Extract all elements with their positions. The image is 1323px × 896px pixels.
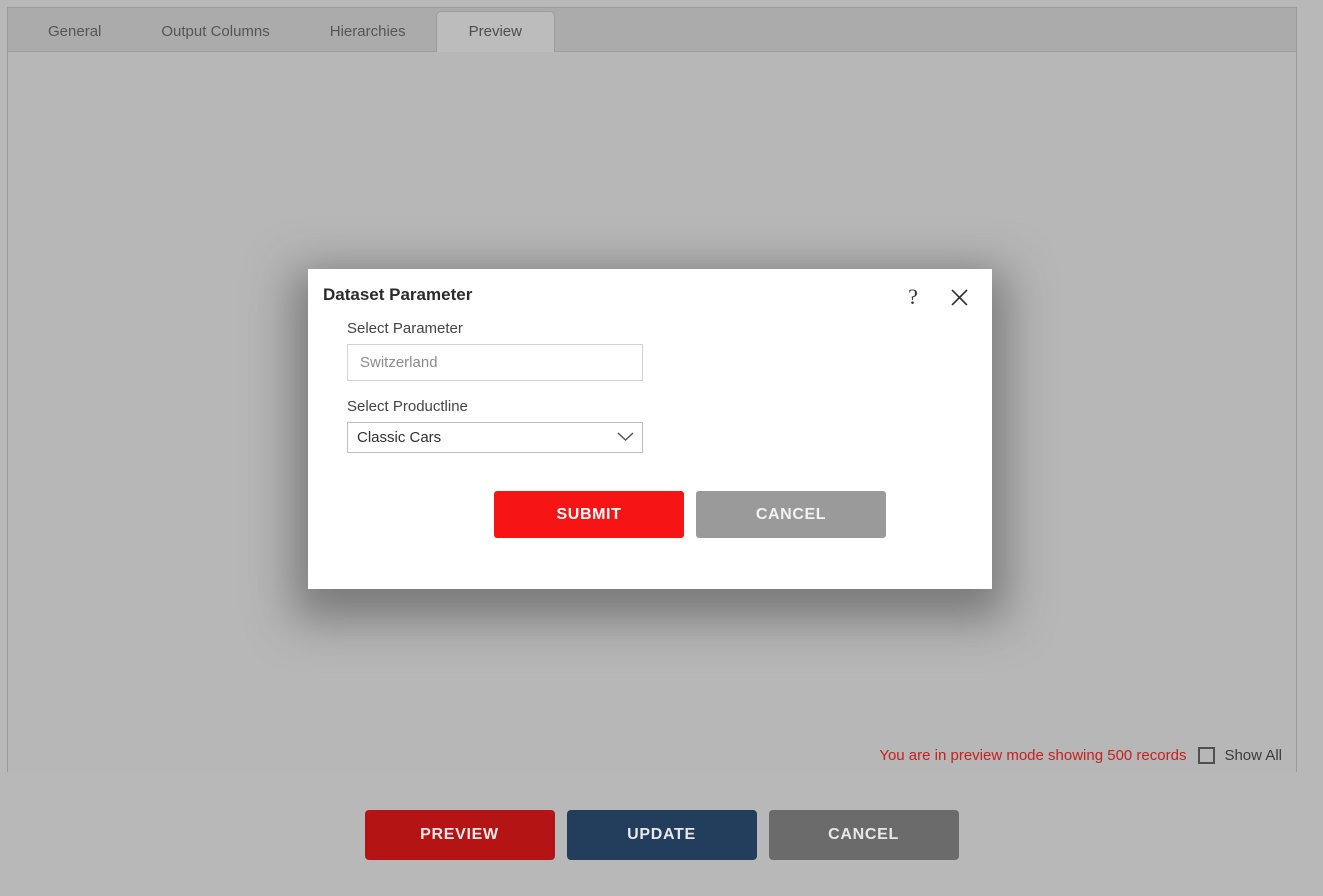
dialog-header-actions: ? [902,285,970,308]
preview-button[interactable]: PREVIEW [364,810,555,860]
cancel-button[interactable]: CANCEL [768,810,959,860]
question-mark-icon[interactable]: ? [902,286,924,308]
show-all-checkbox[interactable] [1198,747,1216,764]
select-parameter-label: Select Parameter [347,320,463,337]
close-icon[interactable] [948,286,970,308]
dialog-header: Dataset Parameter ? [308,269,992,308]
dialog-footer: SUBMIT CANCEL [347,453,992,538]
field-spacer [347,381,992,398]
select-productline-label: Select Productline [347,398,468,415]
show-all-control[interactable]: Show All [1198,747,1282,764]
dialog-title: Dataset Parameter [323,285,473,304]
dialog-body: Select Parameter Switzerland Select Prod… [308,308,992,538]
tab-preview[interactable]: Preview [435,11,555,52]
tab-general[interactable]: General [18,24,131,51]
dialog-submit-button[interactable]: SUBMIT [494,491,684,538]
show-all-label: Show All [1224,747,1282,764]
select-productline-dropdown[interactable]: Classic Cars [347,422,643,453]
update-button[interactable]: UPDATE [566,810,757,860]
dialog-cancel-button[interactable]: CANCEL [696,491,886,538]
tab-bar: General Output Columns Hierarchies Previ… [8,8,1296,52]
select-parameter-input[interactable]: Switzerland [347,344,643,381]
select-productline-wrapper: Classic Cars [347,422,643,453]
preview-status-row: You are in preview mode showing 500 reco… [879,747,1282,764]
preview-mode-message: You are in preview mode showing 500 reco… [879,747,1187,764]
bottom-action-bar: PREVIEW UPDATE CANCEL [0,810,1323,860]
tab-output-columns[interactable]: Output Columns [131,24,299,51]
tab-hierarchies[interactable]: Hierarchies [300,24,436,51]
dataset-parameter-dialog: Dataset Parameter ? Select Parameter Swi… [308,269,992,589]
